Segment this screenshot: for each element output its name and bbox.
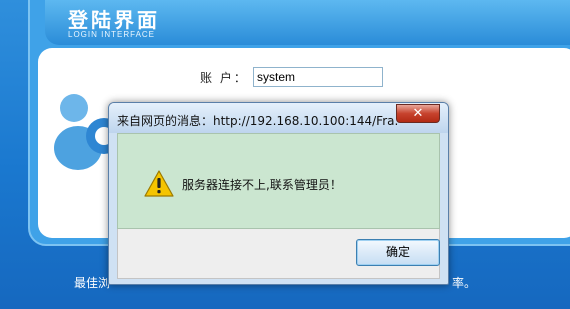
dialog-title: 来自网页的消息：http://192.168.10.100:144/Fra... <box>117 114 399 128</box>
dialog-message: 服务器连接不上,联系管理员！ <box>182 178 342 192</box>
page-title: 登陆界面 <box>68 8 160 32</box>
footer-text-left: 最佳浏 <box>74 276 111 290</box>
dialog-button-bar: 确定 <box>117 229 440 279</box>
dialog-message-area: 服务器连接不上,联系管理员！ <box>117 133 440 229</box>
account-input[interactable]: system <box>253 67 383 87</box>
dialog-titlebar[interactable]: 来自网页的消息：http://192.168.10.100:144/Fra...… <box>109 103 448 133</box>
footer-text-right: 率。 <box>452 276 477 290</box>
page-subtitle: LOGIN INTERFACE <box>68 30 156 39</box>
account-label: 账 户： <box>200 71 248 85</box>
alert-dialog: 来自网页的消息：http://192.168.10.100:144/Fra...… <box>108 102 449 285</box>
close-button[interactable]: ✕ <box>396 104 440 123</box>
ok-button[interactable]: 确定 <box>356 239 440 266</box>
warning-icon <box>144 170 174 197</box>
